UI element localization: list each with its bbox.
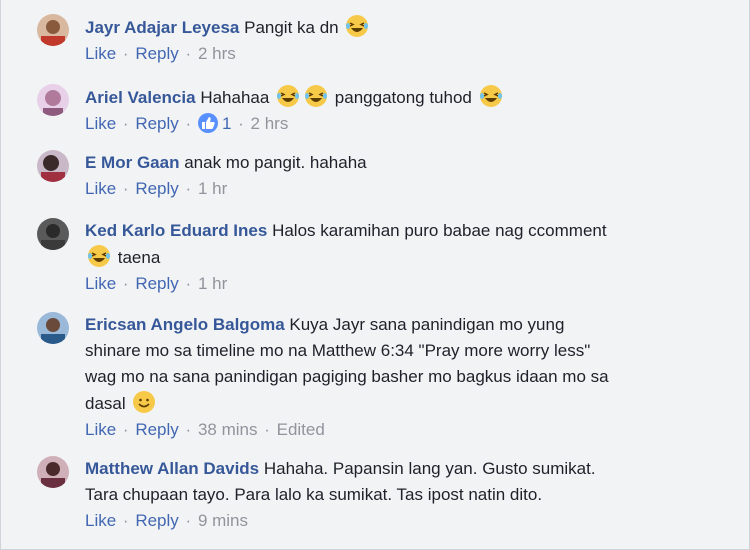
laughing-emoji-icon xyxy=(346,15,369,37)
comment-text: wag mo na sana panindigan pagiging bashe… xyxy=(85,367,609,386)
timestamp[interactable]: 1 hr xyxy=(198,274,227,293)
separator: · xyxy=(185,274,192,293)
laughing-emoji-icon xyxy=(277,85,300,107)
like-reaction-icon[interactable] xyxy=(197,113,218,133)
reply-link[interactable]: Reply xyxy=(135,420,178,439)
like-link[interactable]: Like xyxy=(85,420,116,439)
edited-label[interactable]: Edited xyxy=(277,420,325,439)
like-link[interactable]: Like xyxy=(85,179,116,198)
comment-text: taena xyxy=(117,248,161,267)
avatar[interactable] xyxy=(37,84,69,116)
commenter-name[interactable]: Jayr Adajar Leyesa xyxy=(85,18,239,37)
commenter-name[interactable]: Matthew Allan Davids xyxy=(85,459,259,478)
comment-text: Tara chupaan tayo. Para lalo ka sumikat.… xyxy=(85,485,543,504)
like-link[interactable]: Like xyxy=(85,511,116,530)
comment-text: Pangit ka dn xyxy=(244,18,339,37)
reply-link[interactable]: Reply xyxy=(135,274,178,293)
avatar[interactable] xyxy=(37,14,69,46)
commenter-name[interactable]: Ariel Valencia xyxy=(85,88,196,107)
comment-text: anak mo pangit. hahaha xyxy=(184,153,367,172)
smile-emoji-icon xyxy=(133,391,156,413)
separator: · xyxy=(185,511,192,530)
like-link[interactable]: Like xyxy=(85,114,116,133)
comment-text: Hahahaa xyxy=(200,88,270,107)
laughing-emoji-icon xyxy=(479,85,502,107)
comment-text: panggatong tuhod xyxy=(334,88,472,107)
reaction-count[interactable]: 1 xyxy=(222,114,231,133)
avatar[interactable] xyxy=(37,218,69,250)
separator: · xyxy=(264,420,270,439)
separator: · xyxy=(122,114,129,133)
laughing-emoji-icon xyxy=(88,245,110,267)
reply-link[interactable]: Reply xyxy=(135,179,178,198)
avatar[interactable] xyxy=(37,150,69,182)
commenter-name[interactable]: E Mor Gaan xyxy=(85,153,179,172)
reply-link[interactable]: Reply xyxy=(135,114,178,133)
laughing-emoji-icon xyxy=(305,85,328,107)
reply-link[interactable]: Reply xyxy=(135,44,178,63)
separator: · xyxy=(122,274,129,293)
comment-text: Kuya Jayr sana panindigan mo yung xyxy=(289,315,565,334)
avatar[interactable] xyxy=(37,456,69,488)
commenter-name[interactable]: Ked Karlo Eduard Ines xyxy=(85,221,267,240)
like-link[interactable]: Like xyxy=(85,274,116,293)
separator: · xyxy=(185,114,192,133)
like-link[interactable]: Like xyxy=(85,44,116,63)
separator: · xyxy=(185,179,192,198)
timestamp[interactable]: 1 hr xyxy=(198,179,227,198)
comment-text: shinare mo sa timeline mo na Matthew 6:3… xyxy=(85,341,591,360)
timestamp[interactable]: 2 hrs xyxy=(251,114,289,133)
separator: · xyxy=(122,511,129,530)
comment-text: dasal xyxy=(85,394,126,413)
separator: · xyxy=(238,114,244,133)
separator: · xyxy=(122,420,129,439)
separator: · xyxy=(185,420,192,439)
timestamp[interactable]: 38 mins xyxy=(198,420,258,439)
comments-panel: Jayr Adajar Leyesa Pangit ka dn Like · R… xyxy=(0,0,750,550)
separator: · xyxy=(122,44,129,63)
separator: · xyxy=(185,44,192,63)
timestamp[interactable]: 9 mins xyxy=(198,511,248,530)
timestamp[interactable]: 2 hrs xyxy=(198,44,236,63)
separator: · xyxy=(122,179,129,198)
comment-text: Hahaha. Papansin lang yan. Gusto sumikat… xyxy=(263,459,596,478)
comment-text: Halos karamihan puro babae nag ccomment xyxy=(272,221,607,240)
commenter-name[interactable]: Ericsan Angelo Balgoma xyxy=(85,315,285,334)
avatar[interactable] xyxy=(37,312,69,344)
reply-link[interactable]: Reply xyxy=(135,511,178,530)
